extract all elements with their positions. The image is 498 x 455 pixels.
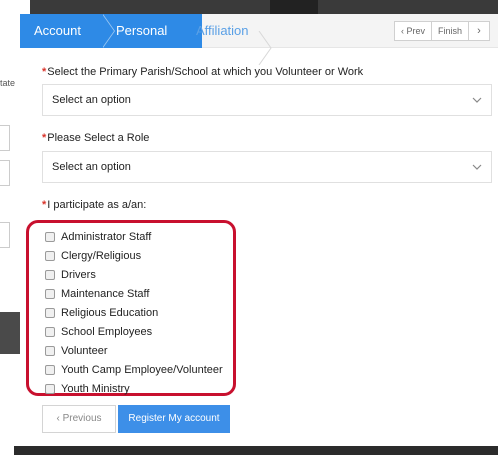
background-field (0, 125, 10, 151)
participate-label-text: I participate as a/an: (47, 199, 147, 211)
checkbox[interactable] (45, 270, 55, 280)
checkbox[interactable] (45, 308, 55, 318)
checkbox-label: Youth Camp Employee/Volunteer (61, 364, 223, 376)
checkbox-drivers[interactable]: Drivers (45, 268, 96, 282)
chevron-down-icon (472, 97, 482, 103)
required-mark: * (42, 66, 47, 78)
participate-label: *I participate as a/an: (42, 199, 146, 211)
required-mark: * (42, 199, 47, 211)
role-select-value: Select an option (52, 161, 131, 173)
checkbox-maintenance-staff[interactable]: Maintenance Staff (45, 287, 149, 301)
previous-button[interactable]: ‹ Previous (42, 405, 116, 433)
parish-select[interactable]: Select an option (42, 84, 492, 116)
role-label-text: Please Select a Role (47, 132, 150, 144)
register-account-button[interactable]: Register My account (118, 405, 230, 433)
checkbox-label: Maintenance Staff (61, 288, 150, 300)
parish-label-text: Select the Primary Parish/School at whic… (47, 66, 364, 78)
checkbox-label: Clergy/Religious (61, 250, 142, 262)
parish-label: *Select the Primary Parish/School at whi… (42, 66, 363, 78)
checkbox[interactable] (45, 327, 55, 337)
finish-button[interactable]: Finish (431, 22, 469, 40)
step-arrow (182, 14, 194, 48)
checkbox-label: Religious Education (61, 307, 159, 319)
checkbox-religious-education[interactable]: Religious Education (45, 306, 158, 320)
checkbox-label: Youth Ministry (61, 383, 130, 395)
step-arrow (102, 14, 114, 48)
modal-shadow (14, 446, 498, 455)
checkbox-volunteer[interactable]: Volunteer (45, 344, 107, 358)
background-field (0, 160, 10, 186)
step-progress-bar: Account Personal Affiliation ‹ Prev Fini… (20, 14, 498, 65)
required-mark: * (42, 132, 47, 144)
checkbox-school-employees[interactable]: School Employees (45, 325, 152, 339)
role-select[interactable]: Select an option (42, 151, 492, 183)
parish-select-value: Select an option (52, 94, 131, 106)
checkbox[interactable] (45, 346, 55, 356)
checkbox[interactable] (45, 232, 55, 242)
checkbox[interactable] (45, 365, 55, 375)
checkbox-label: Administrator Staff (61, 231, 152, 243)
checkbox-youth-camp[interactable]: Youth Camp Employee/Volunteer (45, 363, 223, 377)
checkbox-label: School Employees (61, 326, 153, 338)
participation-checklist: Administrator Staff Clergy/Religious Dri… (26, 220, 236, 396)
checkbox[interactable] (45, 384, 55, 394)
background-field (0, 222, 10, 248)
role-label: *Please Select a Role (42, 132, 149, 144)
checkbox-label: Drivers (61, 269, 96, 281)
checkbox-clergy-religious[interactable]: Clergy/Religious (45, 249, 141, 263)
checkbox-youth-ministry[interactable]: Youth Ministry (45, 382, 130, 396)
checkbox[interactable] (45, 251, 55, 261)
prev-button[interactable]: ‹ Prev (395, 22, 432, 40)
registration-modal: Account Personal Affiliation ‹ Prev Fini… (20, 14, 498, 446)
next-chevron-button[interactable]: › (468, 21, 490, 41)
background-dark-block (270, 0, 318, 14)
background-dark-block (0, 312, 22, 354)
background-text-fragment: tate (0, 78, 16, 88)
step-nav-buttons: ‹ Prev Finish (394, 21, 470, 41)
chevron-down-icon (472, 164, 482, 170)
checkbox[interactable] (45, 289, 55, 299)
checkbox-administrator-staff[interactable]: Administrator Staff (45, 230, 151, 244)
checkbox-label: Volunteer (61, 345, 108, 357)
step-affiliation[interactable]: Affiliation (196, 14, 296, 48)
